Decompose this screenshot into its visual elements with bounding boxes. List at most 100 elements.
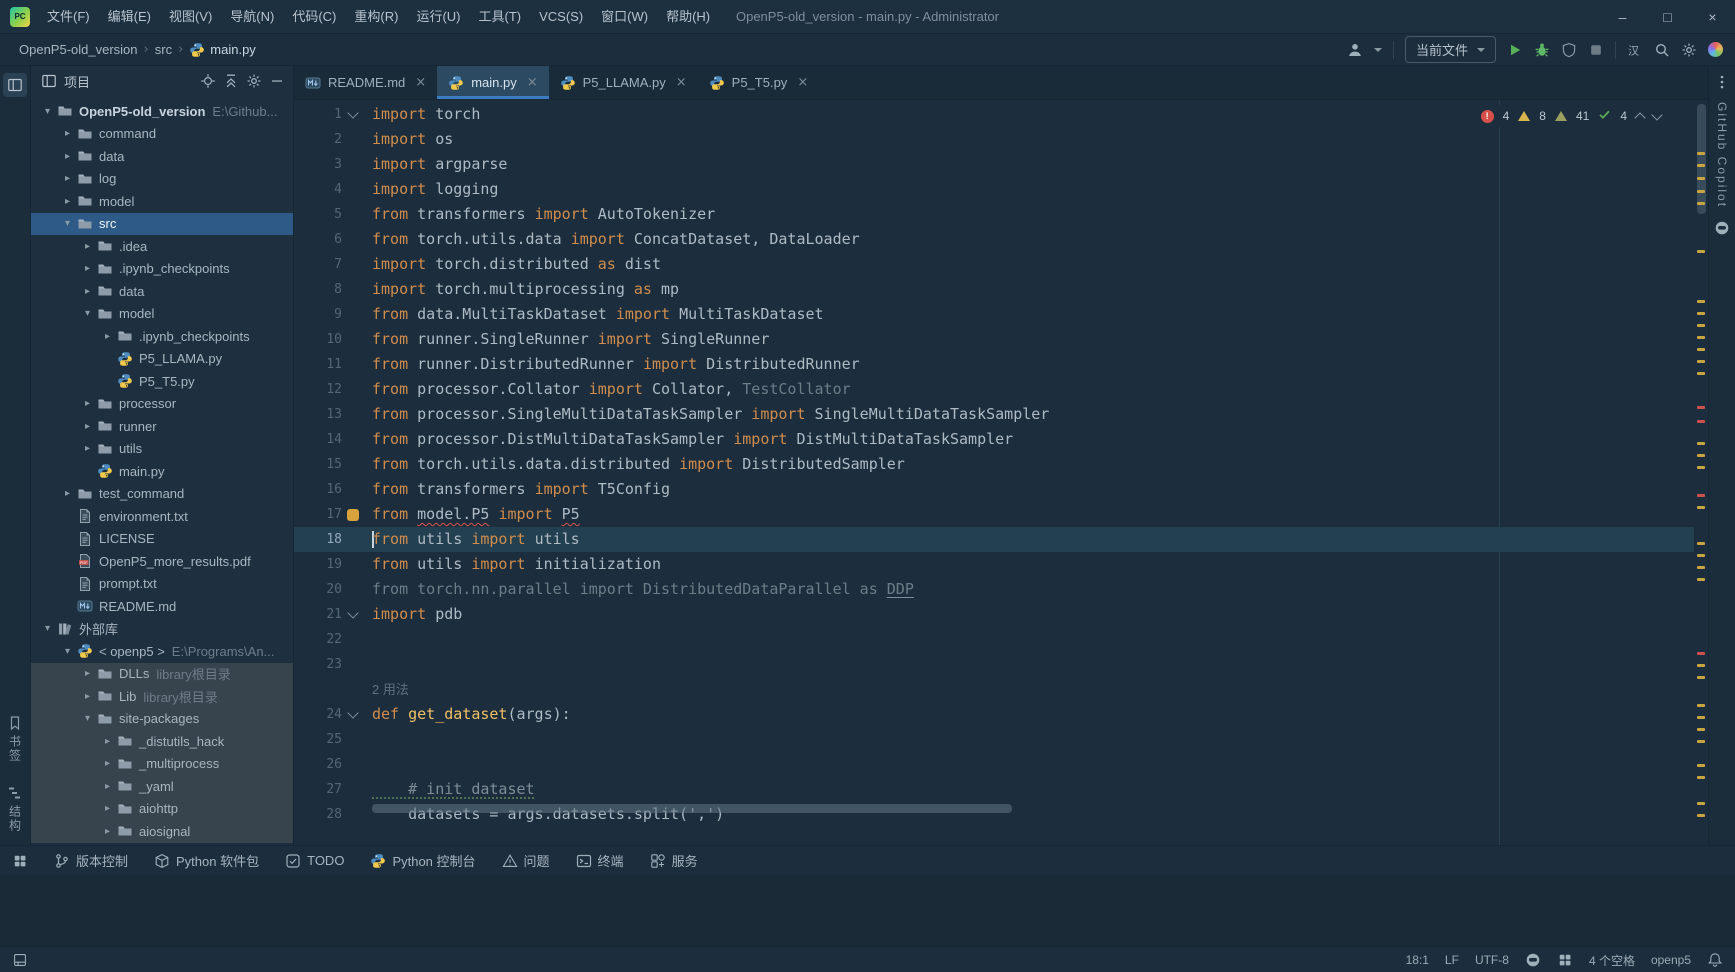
chevron-closed-icon[interactable]: ▸	[99, 331, 116, 342]
panel-options-gear-icon[interactable]	[246, 73, 262, 89]
chevron-open-icon[interactable]: ▾	[39, 106, 56, 117]
gutter-line-4[interactable]: 4	[294, 177, 342, 202]
gutter-line-24[interactable]: 24	[294, 702, 342, 727]
colorful-plugin-icon[interactable]	[1708, 42, 1723, 57]
menu-e[interactable]: 编辑(E)	[99, 0, 160, 33]
copilot-status-icon[interactable]	[1525, 952, 1541, 968]
gutter-line-3[interactable]: 3	[294, 152, 342, 177]
tree-item-runner[interactable]: ▸runner	[31, 415, 293, 438]
maximize-button[interactable]: □	[1645, 0, 1690, 33]
tab-close-icon[interactable]: ×	[676, 75, 687, 90]
tree-item-model[interactable]: ▾model	[31, 303, 293, 326]
chevron-closed-icon[interactable]: ▸	[79, 691, 96, 702]
fold-chevron-icon[interactable]	[347, 607, 358, 618]
bookmark-icon[interactable]	[347, 509, 359, 521]
tree-item-openp5[interactable]: ▾< openp5 >E:\Programs\An...	[31, 640, 293, 663]
chevron-closed-icon[interactable]: ▸	[79, 398, 96, 409]
locate-file-icon[interactable]	[200, 73, 216, 89]
tool-window-switcher-icon[interactable]	[12, 853, 28, 869]
tool-window-button-item-0[interactable]: 版本控制	[54, 851, 128, 870]
fold-chevron-icon[interactable]	[347, 707, 358, 718]
tree-item-distutils-hack[interactable]: ▸_distutils_hack	[31, 730, 293, 753]
tree-item-openp5-old-version[interactable]: ▾OpenP5-old_versionE:\Github...	[31, 100, 293, 123]
copilot-icon[interactable]	[1714, 220, 1730, 236]
tree-item-data[interactable]: ▸data	[31, 280, 293, 303]
layout-icon[interactable]	[12, 952, 28, 968]
debug-button[interactable]	[1534, 42, 1550, 58]
chevron-closed-icon[interactable]: ▸	[79, 263, 96, 274]
chevron-closed-icon[interactable]: ▸	[99, 736, 116, 747]
tree-item-utils[interactable]: ▸utils	[31, 438, 293, 461]
bookmarks-tool-button[interactable]: 书签	[7, 715, 24, 763]
tab-close-icon[interactable]: ×	[527, 75, 538, 90]
tree-item-site-packages[interactable]: ▾site-packages	[31, 708, 293, 731]
code-editor[interactable]: 1import torch2import os3import argparse4…	[294, 100, 1708, 845]
menu-c[interactable]: 代码(C)	[283, 0, 345, 33]
caret-position[interactable]: 18:1	[1406, 953, 1429, 967]
run-button[interactable]	[1507, 42, 1523, 58]
chevron-open-icon[interactable]: ▾	[59, 218, 76, 229]
gutter-line-9[interactable]: 9	[294, 302, 342, 327]
tree-item-p5-t5-py[interactable]: P5_T5.py	[31, 370, 293, 393]
chevron-closed-icon[interactable]: ▸	[59, 488, 76, 499]
tree-item-idea[interactable]: ▸.idea	[31, 235, 293, 258]
gutter-line-8[interactable]: 8	[294, 277, 342, 302]
gutter-line-15[interactable]: 15	[294, 452, 342, 477]
gutter-line-26[interactable]: 26	[294, 752, 342, 777]
gutter-line-12[interactable]: 12	[294, 377, 342, 402]
interpreter-indicator[interactable]: openp5	[1651, 953, 1691, 967]
gutter-line-7[interactable]: 7	[294, 252, 342, 277]
usages-inlay-hint[interactable]: 2 用法	[364, 677, 409, 702]
coverage-button[interactable]	[1561, 42, 1577, 58]
tree-item-readme-md[interactable]: README.md	[31, 595, 293, 618]
tab-close-icon[interactable]: ×	[797, 75, 808, 90]
menu-w[interactable]: 窗口(W)	[592, 0, 657, 33]
tree-item-aiosignal[interactable]: ▸aiosignal	[31, 820, 293, 843]
tab-p5-llama-py[interactable]: P5_LLAMA.py×	[549, 66, 698, 99]
encoding-indicator[interactable]: UTF-8	[1475, 953, 1509, 967]
gutter-line-5[interactable]: 5	[294, 202, 342, 227]
tree-item-main-py[interactable]: main.py	[31, 460, 293, 483]
tab-readme-md[interactable]: README.md×	[294, 66, 437, 99]
gutter-line-28[interactable]: 28	[294, 802, 342, 827]
tool-window-button-item-4[interactable]: 问题	[502, 851, 550, 870]
menu-t[interactable]: 工具(T)	[469, 0, 530, 33]
gutter-line-22[interactable]: 22	[294, 627, 342, 652]
collapse-all-icon[interactable]	[223, 73, 239, 89]
tool-window-button-item-5[interactable]: 终端	[576, 851, 624, 870]
tree-item-environment-txt[interactable]: environment.txt	[31, 505, 293, 528]
chevron-closed-icon[interactable]: ▸	[59, 196, 76, 207]
tree-item-yaml[interactable]: ▸_yaml	[31, 775, 293, 798]
error-stripe-scrollbar[interactable]	[1694, 100, 1708, 845]
breadcrumb-main-py[interactable]: main.py	[186, 40, 259, 60]
gutter-line-1[interactable]: 1	[294, 102, 342, 127]
chevron-closed-icon[interactable]: ▸	[79, 241, 96, 252]
chevron-closed-icon[interactable]: ▸	[59, 151, 76, 162]
gutter-line-2[interactable]: 2	[294, 127, 342, 152]
chevron-closed-icon[interactable]: ▸	[99, 826, 116, 837]
structure-tool-button[interactable]: 结构	[7, 785, 24, 833]
breadcrumb-src[interactable]: src	[152, 40, 175, 59]
fold-chevron-icon[interactable]	[347, 107, 358, 118]
run-configuration-select[interactable]: 当前文件	[1405, 36, 1496, 63]
chevron-closed-icon[interactable]: ▸	[99, 758, 116, 769]
chevron-closed-icon[interactable]: ▸	[99, 781, 116, 792]
gutter-line-21[interactable]: 21	[294, 602, 342, 627]
tool-window-button-item-6[interactable]: 服务	[650, 851, 698, 870]
tree-item-command[interactable]: ▸command	[31, 123, 293, 146]
user-account-icon[interactable]	[1347, 42, 1363, 58]
previous-highlight-chevron-icon[interactable]	[1634, 112, 1645, 123]
line-ending-indicator[interactable]: LF	[1445, 953, 1459, 967]
chevron-closed-icon[interactable]: ▸	[59, 128, 76, 139]
search-everywhere-button[interactable]	[1654, 42, 1670, 58]
gutter-line-16[interactable]: 16	[294, 477, 342, 502]
menu-r[interactable]: 重构(R)	[345, 0, 407, 33]
translate-icon[interactable]: 汉	[1627, 42, 1643, 58]
menu-v[interactable]: 视图(V)	[160, 0, 221, 33]
minimize-button[interactable]: –	[1600, 0, 1645, 33]
gutter-line-25[interactable]: 25	[294, 727, 342, 752]
chevron-closed-icon[interactable]: ▸	[79, 443, 96, 454]
menu-f[interactable]: 文件(F)	[38, 0, 99, 33]
chevron-closed-icon[interactable]: ▸	[79, 668, 96, 679]
tree-item-license[interactable]: LICENSE	[31, 528, 293, 551]
